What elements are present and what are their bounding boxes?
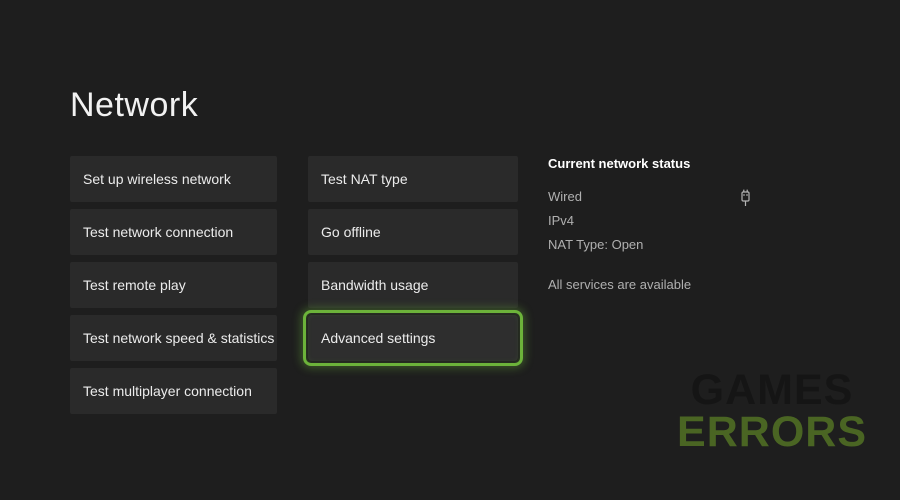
watermark-line-errors: ERRORS	[677, 411, 867, 453]
test-remote-play-button[interactable]: Test remote play	[70, 262, 277, 308]
go-offline-button[interactable]: Go offline	[308, 209, 518, 255]
test-network-connection-button[interactable]: Test network connection	[70, 209, 277, 255]
ip-version-row: IPv4	[548, 214, 760, 227]
xbox-network-settings-screen: Network Set up wireless network Test net…	[0, 0, 900, 500]
page-title: Network	[70, 86, 198, 125]
bandwidth-usage-button[interactable]: Bandwidth usage	[308, 262, 518, 308]
test-network-speed-statistics-button[interactable]: Test network speed & statistics	[70, 315, 277, 361]
ethernet-plug-icon	[739, 188, 752, 209]
connection-type-row: Wired	[548, 190, 760, 203]
connection-type-label: Wired	[548, 189, 582, 204]
network-menu-middle-column: Test NAT type Go offline Bandwidth usage…	[308, 156, 518, 361]
test-nat-type-button[interactable]: Test NAT type	[308, 156, 518, 202]
nat-type-row: NAT Type: Open	[548, 238, 760, 251]
games-errors-watermark: GAMES ERRORS	[677, 369, 867, 453]
advanced-settings-button[interactable]: Advanced settings	[308, 315, 518, 361]
status-panel-heading: Current network status	[548, 156, 760, 171]
test-multiplayer-connection-button[interactable]: Test multiplayer connection	[70, 368, 277, 414]
network-menu-left-column: Set up wireless network Test network con…	[70, 156, 277, 414]
watermark-line-games: GAMES	[677, 369, 867, 411]
setup-wireless-network-button[interactable]: Set up wireless network	[70, 156, 277, 202]
current-network-status-panel: Current network status Wired IPv4 NAT Ty…	[548, 156, 760, 291]
services-status-text: All services are available	[548, 278, 760, 291]
